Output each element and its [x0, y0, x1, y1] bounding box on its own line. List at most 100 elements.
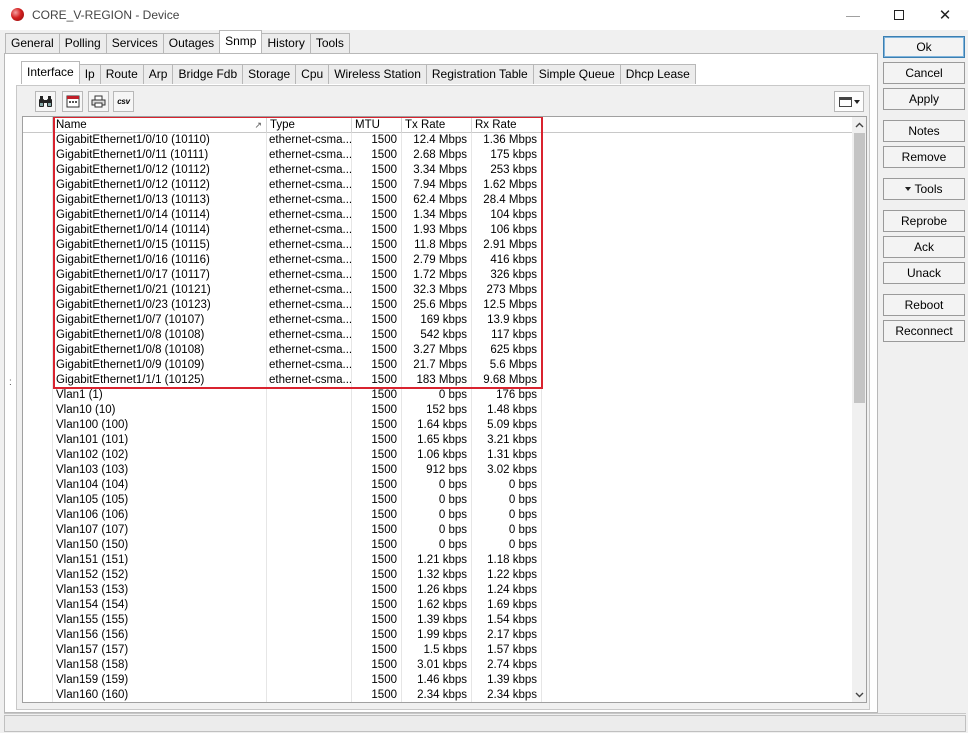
table-row[interactable]: Vlan1 (1) 1500 0 bps 176 bps [23, 388, 852, 403]
table-row[interactable]: Vlan155 (155) 1500 1.39 kbps 1.54 kbps [23, 613, 852, 628]
tab-ip[interactable]: Ip [78, 64, 101, 84]
tab-polling[interactable]: Polling [58, 33, 107, 53]
notes-button[interactable]: Notes [883, 120, 965, 142]
tab-storage[interactable]: Storage [242, 64, 297, 84]
table-row[interactable]: Vlan156 (156) 1500 1.99 kbps 2.17 kbps [23, 628, 852, 643]
tab-route[interactable]: Route [99, 64, 144, 84]
ok-button[interactable]: Ok [883, 36, 965, 58]
table-row[interactable]: Vlan101 (101) 1500 1.65 kbps 3.21 kbps [23, 433, 852, 448]
columns-menu-button[interactable] [834, 91, 864, 112]
table-row[interactable]: GigabitEthernet1/0/12 (10112) ethernet-cs… [23, 178, 852, 193]
type-cell [267, 613, 352, 628]
table-row[interactable]: Vlan160 (160) 1500 2.34 kbps 2.34 kbps [23, 688, 852, 702]
scroll-up-button[interactable] [852, 117, 866, 132]
tab-cpu[interactable]: Cpu [295, 64, 330, 84]
tx-rate-cell: 1.46 kbps [402, 673, 472, 688]
tab-wireless-station[interactable]: Wireless Station [328, 64, 427, 84]
table-row[interactable]: Vlan154 (154) 1500 1.62 kbps 1.69 kbps [23, 598, 852, 613]
rx-rate-cell: 3.21 kbps [472, 433, 542, 448]
table-row[interactable]: GigabitEthernet1/0/8 (10108) ethernet-csm… [23, 328, 852, 343]
table-row[interactable]: Vlan150 (150) 1500 0 bps 0 bps [23, 538, 852, 553]
calendar-button[interactable] [62, 91, 83, 112]
type-cell: ethernet-csma... [269, 133, 352, 148]
table-row[interactable]: Vlan157 (157) 1500 1.5 kbps 1.57 kbps [23, 643, 852, 658]
tab-outages[interactable]: Outages [162, 33, 221, 53]
tab-services[interactable]: Services [105, 33, 164, 53]
column-header-tx-rate[interactable]: Tx Rate [402, 117, 472, 133]
tab-tools[interactable]: Tools [309, 33, 350, 53]
table-row[interactable]: Vlan159 (159) 1500 1.46 kbps 1.39 kbps [23, 673, 852, 688]
unack-button[interactable]: Unack [883, 262, 965, 284]
table-row[interactable]: GigabitEthernet1/0/7 (10107) ethernet-csm… [23, 313, 852, 328]
table-row[interactable]: GigabitEthernet1/0/8 (10108) ethernet-csm… [23, 343, 852, 358]
export-csv-button[interactable]: csv [113, 91, 134, 112]
mtu-cell: 1500 [352, 403, 402, 418]
column-header-spacer [23, 117, 53, 133]
table-row[interactable]: GigabitEthernet1/0/21 (10121) ethernet-cs… [23, 283, 852, 298]
table-row[interactable]: GigabitEthernet1/0/11 (10111) ethernet-cs… [23, 148, 852, 163]
row-spacer-cell [23, 238, 53, 253]
scroll-down-button[interactable] [852, 687, 866, 702]
find-button[interactable] [35, 91, 56, 112]
rx-rate-cell: 1.48 kbps [472, 403, 542, 418]
tab-history[interactable]: History [261, 33, 311, 53]
table-row[interactable]: GigabitEthernet1/0/9 (10109) ethernet-csm… [23, 358, 852, 373]
vertical-scrollbar[interactable] [852, 117, 866, 702]
table-row[interactable]: Vlan102 (102) 1500 1.06 kbps 1.31 kbps [23, 448, 852, 463]
tab-bridge-fdb[interactable]: Bridge Fdb [172, 64, 244, 84]
column-header-name[interactable]: Name ↗ [53, 117, 267, 133]
table-row[interactable]: GigabitEthernet1/0/17 (10117) ethernet-cs… [23, 268, 852, 283]
table-row[interactable]: Vlan100 (100) 1500 1.64 kbps 5.09 kbps [23, 418, 852, 433]
rx-rate-cell: 28.4 Mbps [472, 193, 542, 208]
ack-button[interactable]: Ack [883, 236, 965, 258]
table-row[interactable]: Vlan10 (10) 1500 152 bps 1.48 kbps [23, 403, 852, 418]
table-row[interactable]: GigabitEthernet1/0/14 (10114) ethernet-cs… [23, 223, 852, 238]
table-row[interactable]: Vlan151 (151) 1500 1.21 kbps 1.18 kbps [23, 553, 852, 568]
table-row[interactable]: GigabitEthernet1/0/23 (10123) ethernet-cs… [23, 298, 852, 313]
table-row[interactable]: Vlan152 (152) 1500 1.32 kbps 1.22 kbps [23, 568, 852, 583]
reprobe-button[interactable]: Reprobe [883, 210, 965, 232]
apply-button[interactable]: Apply [883, 88, 965, 110]
tab-arp[interactable]: Arp [142, 64, 174, 84]
tab-snmp[interactable]: Snmp [219, 30, 263, 53]
splitter-handle[interactable]: : [9, 377, 12, 388]
minimize-button[interactable]: — [830, 0, 876, 30]
tab-general[interactable]: General [5, 33, 60, 53]
table-row[interactable]: GigabitEthernet1/0/10 (10110) ethernet-cs… [23, 133, 852, 148]
reconnect-button[interactable]: Reconnect [883, 320, 965, 342]
tools-menu-button[interactable]: Tools [883, 178, 965, 200]
tab-simple-queue[interactable]: Simple Queue [532, 64, 621, 84]
table-row[interactable]: GigabitEthernet1/0/15 (10115) ethernet-cs… [23, 238, 852, 253]
table-row[interactable]: Vlan107 (107) 1500 0 bps 0 bps [23, 523, 852, 538]
table-row[interactable]: Vlan153 (153) 1500 1.26 kbps 1.24 kbps [23, 583, 852, 598]
column-header-mtu[interactable]: MTU [352, 117, 402, 133]
rx-rate-cell: 326 kbps [472, 268, 542, 283]
row-spacer-cell [23, 223, 53, 238]
row-spacer-cell [23, 418, 53, 433]
remove-button[interactable]: Remove [883, 146, 965, 168]
print-button[interactable] [88, 91, 109, 112]
maximize-button[interactable] [876, 0, 922, 30]
table-row[interactable]: Vlan105 (105) 1500 0 bps 0 bps [23, 493, 852, 508]
close-button[interactable]: ✕ [922, 0, 968, 30]
table-row[interactable]: Vlan103 (103) 1500 912 bps 3.02 kbps [23, 463, 852, 478]
table-row[interactable]: Vlan106 (106) 1500 0 bps 0 bps [23, 508, 852, 523]
tx-rate-cell: 542 kbps [402, 328, 472, 343]
table-row[interactable]: Vlan104 (104) 1500 0 bps 0 bps [23, 478, 852, 493]
table-row[interactable]: GigabitEthernet1/0/16 (10116) ethernet-cs… [23, 253, 852, 268]
type-cell [267, 673, 352, 688]
tab-registration-table[interactable]: Registration Table [425, 64, 534, 84]
cancel-button[interactable]: Cancel [883, 62, 965, 84]
scroll-thumb[interactable] [854, 133, 865, 403]
table-row[interactable]: GigabitEthernet1/0/12 (10112) ethernet-cs… [23, 163, 852, 178]
table-row[interactable]: GigabitEthernet1/1/1 (10125) ethernet-csm… [23, 373, 852, 388]
column-header-rx-rate[interactable]: Rx Rate [472, 117, 542, 133]
table-row[interactable]: GigabitEthernet1/0/14 (10114) ethernet-cs… [23, 208, 852, 223]
tab-interface[interactable]: Interface [21, 61, 80, 84]
column-header-type[interactable]: Type [267, 117, 352, 133]
table-row[interactable]: GigabitEthernet1/0/13 (10113) ethernet-cs… [23, 193, 852, 208]
reboot-button[interactable]: Reboot [883, 294, 965, 316]
table-row[interactable]: Vlan158 (158) 1500 3.01 kbps 2.74 kbps [23, 658, 852, 673]
tab-dhcp-lease[interactable]: Dhcp Lease [619, 64, 696, 84]
sub-tab-bar: Interface Ip Route Arp Bridge Fdb Storag… [21, 61, 696, 85]
